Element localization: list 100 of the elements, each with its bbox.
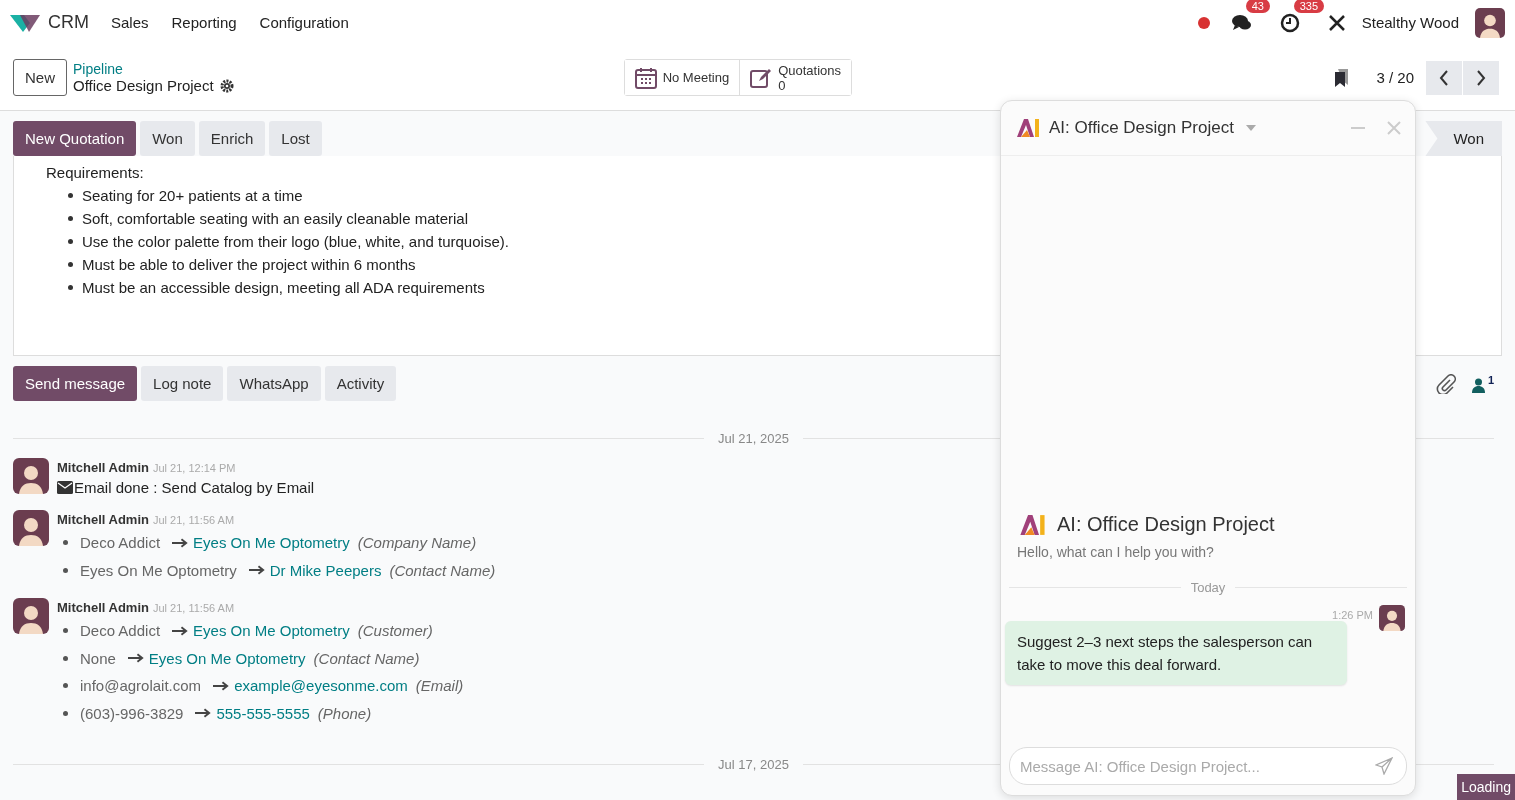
requirement-item: Soft, comfortable seating with an easily cleanable material — [82, 209, 469, 229]
old-value: info@agrolait.com — [80, 676, 202, 696]
field-name: (Customer) — [357, 621, 433, 641]
envelope-icon — [57, 481, 73, 494]
date-separator: Jul 17, 2025 — [718, 757, 789, 772]
calendar-icon — [634, 66, 657, 89]
bullet-icon — [63, 710, 68, 716]
stage-button[interactable]: Won — [1425, 121, 1502, 156]
action-button[interactable]: Enrich — [198, 121, 266, 156]
chat-greeting: Hello, what can I help you with? — [1016, 544, 1215, 560]
requirement-item: Must be able to deliver the project within 6 months — [82, 255, 416, 275]
clock-icon[interactable] — [1279, 12, 1300, 33]
chatter-button[interactable]: Activity — [324, 366, 397, 401]
paperclip-icon[interactable] — [1435, 373, 1456, 394]
arrow-icon — [127, 653, 145, 664]
settings-icon[interactable] — [219, 78, 234, 93]
requirement-item: Must be an accessible design, meeting all ADA requirements — [82, 278, 485, 298]
message-time: Jul 21, 11:56 AM — [152, 514, 235, 526]
pager-value: 3 / 20 — [1376, 69, 1414, 86]
bullet-icon — [63, 655, 68, 661]
menu-item[interactable]: Sales — [111, 14, 149, 31]
loading-indicator: Loading — [1457, 774, 1515, 800]
action-button[interactable]: Won — [140, 121, 195, 156]
old-value: Deco Addict — [80, 533, 161, 553]
new-value[interactable]: Eyes On Me Optometry — [148, 644, 306, 672]
avatar — [13, 598, 49, 634]
bullet-icon — [68, 239, 73, 244]
date-separator: Jul 21, 2025 — [718, 431, 789, 446]
author-name: Mitchell Admin — [57, 512, 149, 527]
message-time: Jul 21, 12:14 PM — [152, 462, 236, 474]
chatter-button[interactable]: Log note — [141, 366, 224, 401]
menu-item[interactable]: Reporting — [171, 14, 237, 31]
message-time: Jul 21, 11:56 AM — [152, 602, 235, 614]
chatter-button[interactable]: WhatsApp — [227, 366, 321, 401]
next-button[interactable] — [1463, 60, 1499, 95]
recording-dot[interactable] — [1197, 16, 1210, 29]
app-logo-icon[interactable] — [10, 12, 40, 33]
avatar — [13, 510, 49, 546]
chat-title[interactable]: AI: Office Design Project — [1049, 118, 1234, 138]
new-button[interactable]: New — [13, 59, 67, 96]
action-button[interactable]: Lost — [269, 121, 322, 156]
bullet-icon — [63, 567, 68, 573]
new-value[interactable]: Dr Mike Peepers — [269, 556, 382, 584]
field-name: (Phone) — [317, 703, 372, 724]
bullet-icon — [68, 285, 73, 290]
bookmark-icon[interactable] — [1334, 68, 1351, 87]
chevron-right-icon — [1475, 69, 1487, 86]
old-value: Eyes On Me Optometry — [80, 560, 237, 581]
chat-bubble: Suggest 2–3 next steps the salesperson can take to move this deal forward. — [1005, 621, 1347, 685]
author-name: Mitchell Admin — [57, 600, 149, 615]
edit-icon — [750, 66, 773, 89]
field-name: (Email) — [415, 676, 464, 696]
old-value: Deco Addict — [80, 621, 161, 641]
smart-button[interactable]: Quotations 0 — [739, 60, 851, 95]
app-name[interactable]: CRM — [48, 12, 89, 33]
chatter-button[interactable]: Send message — [13, 366, 138, 401]
bullet-icon — [63, 540, 68, 546]
author-name: Mitchell Admin — [57, 460, 149, 475]
action-button[interactable]: New Quotation — [13, 121, 137, 156]
chat-icon[interactable] — [1231, 12, 1252, 33]
field-name: (Contact Name) — [313, 648, 420, 669]
bullet-icon — [68, 262, 73, 267]
breadcrumb-link[interactable]: Pipeline — [73, 61, 234, 77]
new-value[interactable]: 555-555-5555 — [216, 699, 310, 727]
field-name: (Company Name) — [357, 533, 477, 553]
avatar — [1379, 605, 1405, 631]
arrow-icon — [172, 625, 190, 636]
arrow-icon — [248, 565, 266, 576]
bullet-icon — [68, 216, 73, 221]
bullet-icon — [63, 683, 68, 689]
arrow-icon — [213, 680, 231, 691]
requirement-item: Seating for 20+ patients at a time — [82, 186, 303, 206]
old-value: (603)-996-3829 — [80, 703, 184, 724]
record-title: Office Design Project — [73, 77, 214, 94]
new-value[interactable]: Eyes On Me Optometry — [193, 617, 350, 645]
old-value: None — [80, 648, 116, 669]
message-input[interactable]: Message AI: Office Design Project... — [1009, 747, 1407, 785]
chevron-left-icon — [1438, 69, 1450, 86]
new-value[interactable]: Eyes On Me Optometry — [193, 529, 350, 557]
new-value[interactable]: example@eyesonme.com — [234, 672, 408, 700]
day-separator: Today — [1190, 580, 1226, 595]
message-time: 1:26 PM — [1332, 609, 1373, 621]
follower-icon[interactable] — [1471, 378, 1485, 393]
ai-logo-icon — [1016, 118, 1041, 138]
bullet-icon — [63, 628, 68, 634]
menu-item[interactable]: Configuration — [259, 14, 349, 31]
requirement-item: Use the color palette from their logo (blue, white, and turquoise). — [82, 232, 509, 252]
message-text: Email done : Send Catalog by Email — [74, 479, 315, 496]
arrow-icon — [195, 708, 213, 719]
chat-intro-title: AI: Office Design Project — [1057, 513, 1275, 536]
avatar — [1475, 7, 1505, 38]
follower-count: 1 — [1487, 374, 1494, 386]
description-heading: Requirements: — [46, 164, 145, 182]
previous-button[interactable] — [1426, 60, 1462, 95]
bullet-icon — [68, 193, 73, 198]
notification-count: 43 — [1245, 0, 1270, 13]
ai-logo-icon — [1019, 513, 1047, 536]
field-name: (Contact Name) — [389, 560, 496, 581]
activity-count: 335 — [1293, 0, 1325, 13]
user-name[interactable]: Stealthy Wood — [1361, 14, 1459, 31]
